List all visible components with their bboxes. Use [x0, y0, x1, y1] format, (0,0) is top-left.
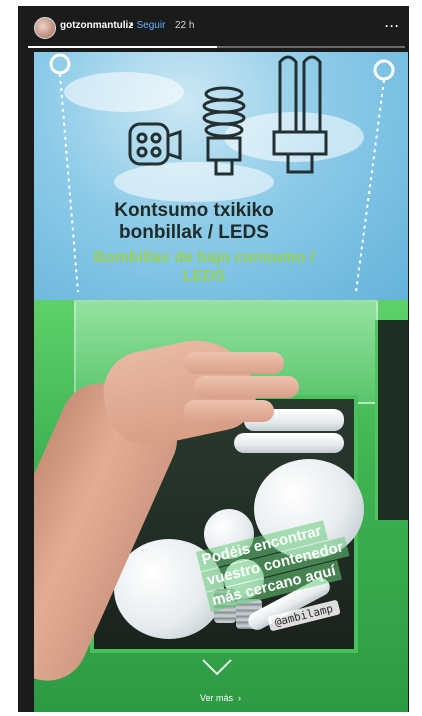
chevron-right-icon: › [238, 693, 242, 703]
avatar[interactable] [34, 17, 56, 39]
chevron-up-icon[interactable] [199, 656, 235, 678]
story-media[interactable]: Kontsumo txikiko bonbillak / LEDS Bombil… [34, 52, 408, 712]
tube-bulb [234, 433, 344, 453]
finger [194, 376, 299, 398]
see-more-label: Ver más [200, 693, 234, 703]
sign-text-spanish: Bombillas de bajo consumo / LEDS [93, 249, 315, 285]
story-progress-fill [28, 46, 217, 48]
username[interactable]: gotzonmantuliz [60, 20, 133, 31]
spiral-bulb-icon [202, 86, 246, 176]
finger [184, 352, 284, 374]
story-progress-bar [28, 46, 405, 48]
follow-button[interactable]: Seguir [137, 20, 166, 31]
see-more-link[interactable]: Ver más › [200, 693, 241, 703]
timestamp: 22 h [175, 20, 195, 31]
bin-side-slot [375, 320, 408, 520]
follow-group: • Seguir [130, 20, 165, 31]
led-bulb-icon [128, 122, 182, 166]
separator-dot: • [130, 20, 134, 31]
more-options-icon[interactable]: ··· [385, 19, 400, 33]
tube-bulb-icon [272, 55, 328, 174]
sign-text-basque: Kontsumo txikiko bonbillak / LEDS [114, 200, 274, 243]
finger [184, 400, 274, 422]
